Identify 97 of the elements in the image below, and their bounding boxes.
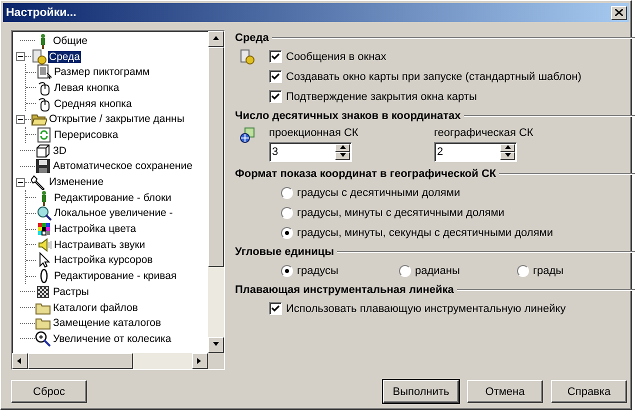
- checkbox[interactable]: [269, 70, 282, 83]
- scroll-right-button[interactable]: [192, 353, 208, 369]
- radio-button[interactable]: [281, 264, 293, 276]
- left-arrow-icon: [16, 357, 24, 365]
- radio-label: грады: [533, 264, 564, 276]
- tree-item[interactable]: Средняя кнопка: [53, 98, 133, 110]
- globe-icon: [239, 127, 255, 143]
- checkbox-label: Сообщения в окнах: [286, 50, 386, 62]
- tree-item[interactable]: Редактирование - блоки: [53, 192, 172, 204]
- checkbox-label: Подтверждение закрытия окна карты: [286, 90, 477, 102]
- collapse-toggle[interactable]: [16, 52, 25, 62]
- scroll-thumb[interactable]: [208, 47, 224, 267]
- number-spinner[interactable]: 2: [434, 142, 517, 162]
- radio-label: градусы, минуты, секунды с десятичными долями: [297, 226, 553, 238]
- vertical-scrollbar[interactable]: [208, 31, 224, 353]
- tree-item[interactable]: Настройка курсоров: [53, 254, 154, 266]
- check-icon: [271, 72, 280, 81]
- checkbox-label: Создавать окно карты при запуске (стандартный шаблон): [286, 70, 582, 82]
- tree-item[interactable]: Растры: [52, 286, 90, 298]
- radio-label: радианы: [415, 264, 460, 276]
- radio-button[interactable]: [517, 264, 529, 276]
- minus-icon: [18, 116, 23, 122]
- radio-button[interactable]: [399, 264, 411, 276]
- tree-item[interactable]: Редактирование - кривая: [53, 270, 178, 282]
- radio-button[interactable]: [281, 206, 293, 218]
- tree-item[interactable]: Автоматическое сохранение: [52, 160, 194, 172]
- close-button[interactable]: [611, 6, 627, 20]
- section-title: Число десятичных знаков в координатах: [235, 110, 461, 122]
- number-input[interactable]: 2: [435, 143, 499, 161]
- check-icon: [271, 92, 280, 101]
- checkbox-label: Использовать плавающую инструментальную линейку: [286, 302, 566, 314]
- scrollbar-corner: [208, 353, 224, 369]
- section-title: Плавающая инструментальная линейка: [235, 284, 454, 296]
- field-label: географическая СК: [434, 127, 534, 139]
- mouse-icon: [36, 96, 52, 112]
- tree-item[interactable]: Замещение каталогов: [52, 317, 162, 330]
- section-title: Формат показа координат в географической СК: [235, 168, 496, 180]
- minus-icon: [18, 54, 23, 60]
- settings-icon: [239, 49, 255, 65]
- number-input[interactable]: 3: [270, 143, 334, 161]
- speaker-icon: [36, 236, 52, 253]
- radio-label: градусы, минуты с десятичными долями: [297, 206, 504, 218]
- cube-icon: [35, 142, 51, 159]
- tree-item[interactable]: Открытие / закрытие данны: [48, 113, 186, 126]
- tree-item[interactable]: Локальное увеличение -: [53, 207, 174, 220]
- radio-label: градусы: [297, 264, 338, 276]
- tree-item[interactable]: Увеличение от колесика: [52, 332, 172, 345]
- tree-item[interactable]: Размер пиктограмм: [53, 66, 151, 78]
- dialog-button[interactable]: Сброс: [11, 380, 87, 403]
- palette-icon: [36, 221, 52, 238]
- settings-icon: [31, 48, 47, 65]
- up-arrow-icon: [212, 35, 220, 43]
- field-label: проекционная СК: [269, 127, 360, 139]
- radio-button[interactable]: [281, 186, 293, 198]
- radio-button[interactable]: [281, 226, 293, 238]
- wrench-icon: [31, 174, 47, 190]
- tree-item[interactable]: Изменение: [48, 176, 105, 188]
- radio-label: градусы с десятичными долями: [297, 186, 460, 198]
- window-title: Настройки...: [6, 6, 76, 18]
- spin-down-button[interactable]: [335, 152, 350, 160]
- tree-item[interactable]: 3D: [52, 144, 68, 157]
- raster-icon: [35, 284, 51, 300]
- section-title: Угловые единицы: [235, 246, 334, 258]
- document-icon: [36, 64, 52, 80]
- tree-item[interactable]: Настройка цвета: [53, 223, 138, 236]
- collapse-toggle[interactable]: [16, 114, 25, 124]
- dialog-button[interactable]: Отмена: [467, 380, 543, 403]
- collapse-toggle[interactable]: [16, 178, 25, 187]
- scroll-up-button[interactable]: [208, 31, 224, 47]
- section-title: Среда: [235, 32, 269, 44]
- scroll-down-button[interactable]: [208, 337, 224, 353]
- tree-item[interactable]: Перерисовка: [53, 128, 120, 141]
- dialog-button[interactable]: Справка: [551, 380, 627, 403]
- number-spinner[interactable]: 3: [269, 142, 352, 162]
- spin-up-button[interactable]: [500, 144, 515, 152]
- tree-item[interactable]: Левая кнопка: [53, 82, 120, 94]
- dialog-button[interactable]: Выполнить: [383, 380, 459, 403]
- scroll-thumb[interactable]: [28, 353, 133, 369]
- tree-item[interactable]: Среда: [48, 50, 81, 63]
- tree-item[interactable]: Настраивать звуки: [53, 238, 146, 251]
- spin-up-button[interactable]: [335, 144, 350, 152]
- tree-item[interactable]: Общие: [52, 34, 89, 47]
- spin-down-button[interactable]: [500, 152, 515, 160]
- checkbox[interactable]: [269, 90, 282, 103]
- zoom-icon: [35, 330, 51, 347]
- minus-icon: [18, 180, 23, 185]
- magnifier-icon: [36, 205, 52, 222]
- check-icon: [271, 304, 280, 313]
- scroll-left-button[interactable]: [12, 353, 28, 369]
- check-icon: [271, 52, 280, 61]
- close-icon: [615, 9, 623, 16]
- horizontal-scrollbar[interactable]: [12, 353, 208, 369]
- tree-item[interactable]: Каталоги файлов: [52, 302, 139, 314]
- mouse-icon: [36, 80, 52, 96]
- checkbox[interactable]: [269, 302, 282, 315]
- checkbox[interactable]: [269, 50, 282, 63]
- refresh-icon: [36, 126, 52, 143]
